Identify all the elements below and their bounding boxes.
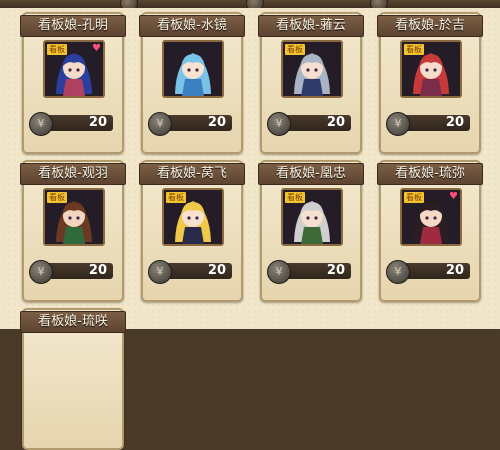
- top-frame: [0, 0, 500, 12]
- portrait: 看板: [162, 188, 224, 246]
- portrait: [162, 40, 224, 98]
- card-title: 看板娘-孔明: [20, 15, 126, 37]
- card-title: 看板娘-水镜: [139, 15, 245, 37]
- price-bar[interactable]: ¥ 20: [386, 260, 474, 284]
- eye-right: [76, 216, 80, 220]
- eye-left: [187, 216, 191, 220]
- price-value: 20: [207, 263, 226, 278]
- eye-left: [306, 68, 310, 72]
- shop-card-kongming[interactable]: 看板娘-孔明 看板 ♥ ¥ 20: [20, 12, 126, 154]
- price-bar[interactable]: ¥ 20: [267, 112, 355, 136]
- coin-icon: ¥: [386, 260, 410, 284]
- eye-right: [314, 216, 318, 220]
- portrait: 看板: [281, 40, 343, 98]
- dress: [63, 79, 85, 96]
- eye-left: [68, 68, 72, 72]
- price-bar[interactable]: ¥ 20: [29, 260, 117, 284]
- card-title: 看板娘-琉弥: [377, 163, 483, 185]
- badge-tag: 看板: [285, 192, 305, 203]
- badge-tag: 看板: [166, 192, 186, 203]
- price-value: 20: [207, 115, 226, 130]
- shop-card-liumi[interactable]: 看板娘-琉弥 看板 ♥ ¥ 20: [377, 160, 483, 302]
- dress: [420, 227, 442, 244]
- card-title: 看板娘-琉咲: [20, 311, 126, 333]
- eye-left: [306, 216, 310, 220]
- badge-tag: 看板: [404, 192, 424, 203]
- dress: [301, 79, 323, 96]
- price-bar[interactable]: ¥ 20: [386, 112, 474, 136]
- shop-grid: 看板娘-孔明 看板 ♥ ¥ 20 看板娘-水镜 ¥ 20 看板娘-蕥云 看板 ¥: [0, 8, 500, 450]
- eye-right: [76, 68, 80, 72]
- price-value: 20: [445, 115, 464, 130]
- eye-right: [195, 68, 199, 72]
- dress: [301, 227, 323, 244]
- eye-left: [68, 216, 72, 220]
- badge-tag: 看板: [404, 44, 424, 55]
- price-value: 20: [326, 263, 345, 278]
- shop-card-huangzhong[interactable]: 看板娘-凰忠 看板 ¥ 20: [258, 160, 364, 302]
- price-bar[interactable]: ¥ 20: [148, 260, 236, 284]
- portrait: 看板: [43, 188, 105, 246]
- badge-tag: 看板: [47, 44, 67, 55]
- coin-icon: ¥: [148, 260, 172, 284]
- portrait: 看板: [281, 188, 343, 246]
- dress: [182, 79, 204, 96]
- eye-right: [433, 216, 437, 220]
- price-value: 20: [88, 263, 107, 278]
- coin-icon: ¥: [267, 260, 291, 284]
- portrait: 看板 ♥: [400, 188, 462, 246]
- eye-left: [425, 68, 429, 72]
- card-title: 看板娘-於吉: [377, 15, 483, 37]
- card-title: 看板娘-凰忠: [258, 163, 364, 185]
- shop-card-liuxiao[interactable]: 看板娘-琉咲: [20, 308, 126, 450]
- shop-card-shuijing[interactable]: 看板娘-水镜 ¥ 20: [139, 12, 245, 154]
- price-value: 20: [88, 115, 107, 130]
- shop-card-yuji[interactable]: 看板娘-於吉 看板 ¥ 20: [377, 12, 483, 154]
- card-title: 看板娘-观羽: [20, 163, 126, 185]
- badge-tag: 看板: [47, 192, 67, 203]
- heart-icon: ♥: [92, 43, 101, 54]
- coin-icon: ¥: [29, 260, 53, 284]
- price-bar[interactable]: ¥ 20: [29, 112, 117, 136]
- heart-icon: ♥: [449, 191, 458, 202]
- price-value: 20: [445, 263, 464, 278]
- coin-icon: ¥: [29, 112, 53, 136]
- portrait: 看板 ♥: [43, 40, 105, 98]
- eye-right: [195, 216, 199, 220]
- dress: [182, 227, 204, 244]
- price-bar[interactable]: ¥ 20: [267, 260, 355, 284]
- card-title: 看板娘-莴飞: [139, 163, 245, 185]
- eye-right: [314, 68, 318, 72]
- shop-card-wofei[interactable]: 看板娘-莴飞 看板 ¥ 20: [139, 160, 245, 302]
- portrait: 看板: [400, 40, 462, 98]
- eye-left: [187, 68, 191, 72]
- eye-left: [425, 216, 429, 220]
- eye-right: [433, 68, 437, 72]
- price-bar[interactable]: ¥ 20: [148, 112, 236, 136]
- dress: [63, 227, 85, 244]
- price-value: 20: [326, 115, 345, 130]
- character-portrait-icon: [164, 42, 222, 96]
- shop-card-guanyu[interactable]: 看板娘-观羽 看板 ¥ 20: [20, 160, 126, 302]
- coin-icon: ¥: [386, 112, 410, 136]
- shop-card-yayun[interactable]: 看板娘-蕥云 看板 ¥ 20: [258, 12, 364, 154]
- dress: [420, 79, 442, 96]
- badge-tag: 看板: [285, 44, 305, 55]
- coin-icon: ¥: [148, 112, 172, 136]
- coin-icon: ¥: [267, 112, 291, 136]
- card-title: 看板娘-蕥云: [258, 15, 364, 37]
